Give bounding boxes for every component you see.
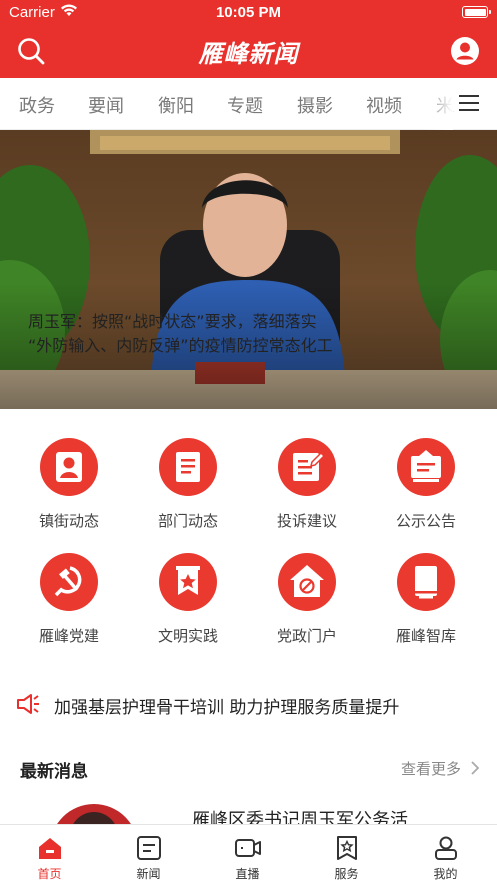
category-label: 镇街动态 [38, 512, 99, 530]
live-camera-icon [235, 839, 261, 857]
tab-label: 首页 [37, 867, 62, 881]
tab-label: 我的 [433, 867, 458, 881]
tab-shipin[interactable]: 视频 [366, 92, 402, 118]
app-header: Carrier 10:05 PM 雁峰新闻 [0, 0, 497, 78]
clock-label: 10:05 PM [215, 4, 282, 21]
tab-yaowen[interactable]: 要闻 [88, 92, 124, 118]
tab-sheying[interactable]: 摄影 [297, 92, 333, 118]
tab-fade [423, 78, 453, 130]
tab-news[interactable]: 新闻 [99, 825, 198, 883]
category-label: 投诉建议 [276, 512, 337, 530]
channel-tabs: 政务 要闻 衡阳 专题 摄影 视频 米 [0, 78, 497, 130]
house-emblem-icon [278, 553, 336, 611]
hammer-sickle-icon [40, 553, 98, 611]
book-icon [397, 553, 455, 611]
category-label: 雁峰智库 [395, 627, 456, 645]
banner-caption-line-1: 周玉军：按照“战时状态”要求，落细落实 [28, 312, 317, 331]
news-icon [137, 836, 161, 860]
bottom-tab-bar: 首页 新闻 直播 服务 我的 [0, 824, 497, 883]
document-icon [159, 438, 217, 496]
profile-icon [435, 836, 457, 860]
tab-zhuanti[interactable]: 专题 [227, 92, 263, 118]
tab-label: 新闻 [136, 867, 161, 881]
chevron-right-icon[interactable] [469, 760, 481, 776]
menu-icon[interactable] [459, 95, 479, 111]
section-title: 最新消息 [20, 762, 88, 782]
banner-caption: 周玉军：按照“战时状态”要求，落细落实 “外防输入、内防反弹”的疫情防控常态化工 [28, 308, 483, 372]
category-label: 文明实践 [157, 627, 218, 645]
list-item[interactable]: 雁峰区委书记周玉军公务活 [0, 796, 497, 826]
latest-news-header: 最新消息 查看更多 [0, 750, 497, 786]
tab-hengyang[interactable]: 衡阳 [158, 92, 194, 118]
tab-home[interactable]: 首页 [0, 825, 99, 883]
tab-label: 服务 [334, 867, 359, 881]
news-thumbnail [50, 804, 138, 826]
status-bar: Carrier 10:05 PM [0, 0, 497, 26]
user-icon[interactable] [451, 37, 479, 65]
star-banner-icon [159, 553, 217, 611]
category-label: 雁峰党建 [38, 627, 99, 645]
see-more-link[interactable]: 查看更多 [401, 758, 461, 779]
category-label: 党政门户 [276, 627, 337, 645]
category-label: 部门动态 [157, 512, 218, 530]
tab-label: 直播 [235, 867, 260, 881]
person-badge-icon [40, 438, 98, 496]
edit-note-icon [278, 438, 336, 496]
app-brand-title: 雁峰新闻 [198, 39, 299, 68]
tab-live[interactable]: 直播 [198, 825, 297, 883]
banner-caption-line-2: “外防输入、内防反弹”的疫情防控常态化工 [28, 336, 333, 355]
tab-mine[interactable]: 我的 [396, 825, 495, 883]
notice-board-icon [397, 438, 455, 496]
tab-service[interactable]: 服务 [297, 825, 396, 883]
news-ticker[interactable]: 加强基层护理骨干培训 助力护理服务质量提升 [0, 686, 497, 722]
news-headline: 雁峰区委书记周玉军公务活 [192, 810, 408, 826]
battery-icon [462, 6, 491, 18]
megaphone-icon [17, 694, 39, 714]
home-icon [39, 838, 61, 859]
category-label: 公示公告 [395, 512, 456, 530]
ticker-text: 加强基层护理骨干培训 助力护理服务质量提升 [54, 698, 400, 718]
service-icon [337, 836, 357, 860]
tab-zhengwu[interactable]: 政务 [19, 92, 55, 118]
